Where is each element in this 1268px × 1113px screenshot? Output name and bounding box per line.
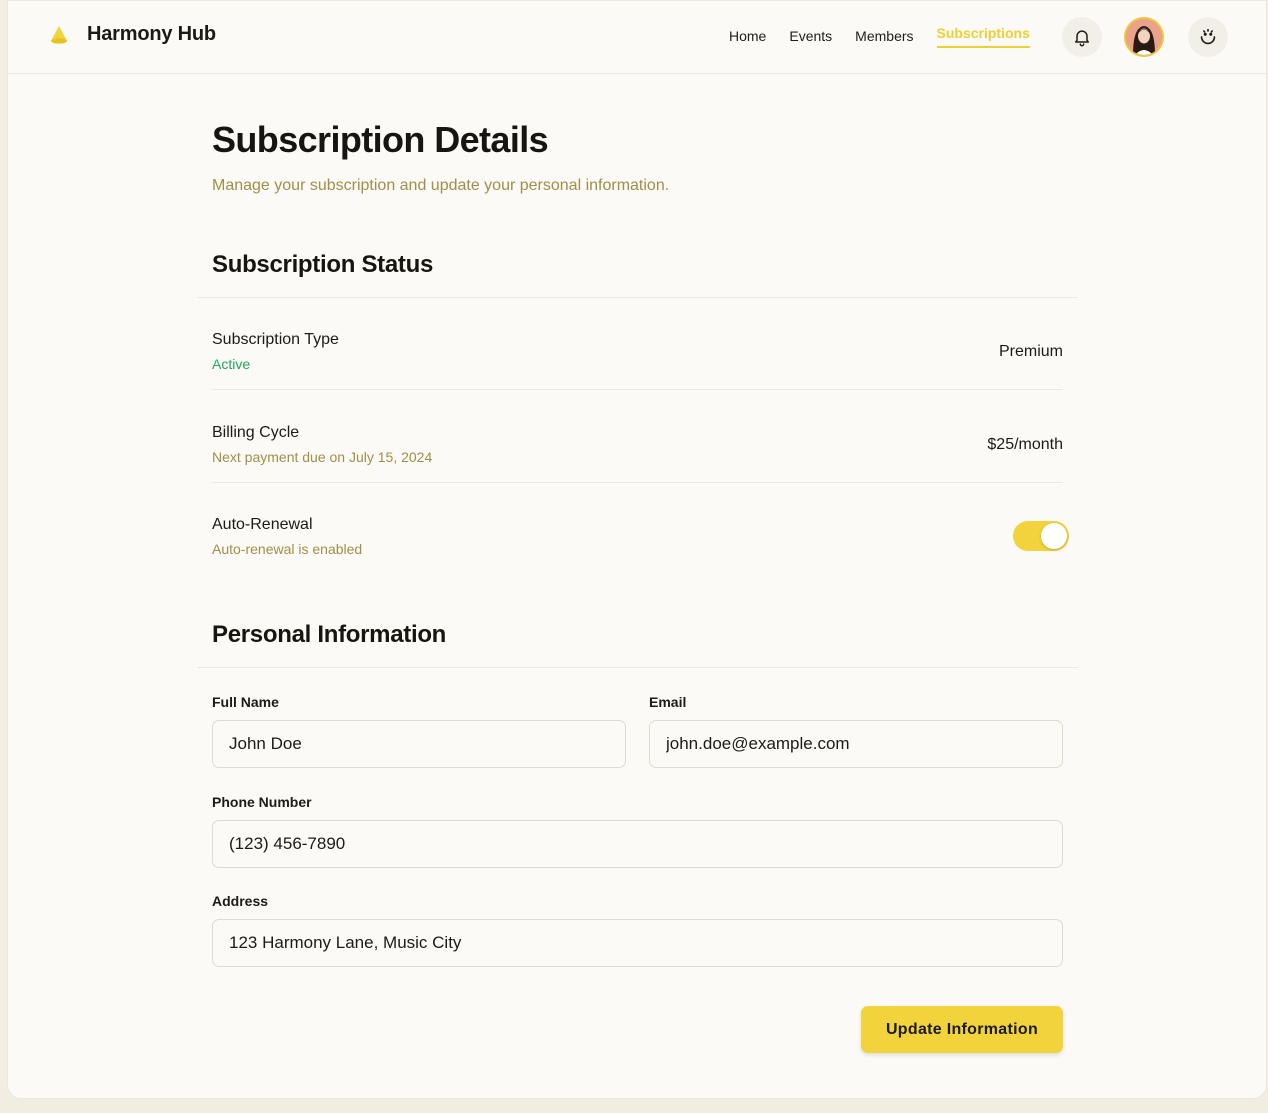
email-label: Email: [649, 694, 687, 710]
subscription-status-badge: Active: [212, 356, 251, 372]
section-divider: [197, 667, 1078, 668]
subscription-type-row: Subscription Type Active Premium: [212, 331, 1063, 423]
address-input[interactable]: [212, 919, 1063, 967]
phone-number-label: Phone Number: [212, 794, 312, 810]
billing-cycle-row: Billing Cycle Next payment due on July 1…: [212, 424, 1063, 516]
brand[interactable]: Harmony Hub: [48, 23, 216, 46]
notifications-button[interactable]: [1062, 17, 1102, 57]
auto-renewal-toggle[interactable]: [1013, 521, 1069, 551]
top-navigation-bar: Harmony Hub Home Events Members Subscrip…: [8, 1, 1266, 74]
subscription-type-label: Subscription Type: [212, 331, 339, 348]
auto-renewal-status: Auto-renewal is enabled: [212, 541, 363, 557]
section-divider: [197, 297, 1078, 298]
nav-home[interactable]: Home: [729, 28, 766, 48]
row-divider: [212, 389, 1063, 390]
full-name-label: Full Name: [212, 694, 279, 710]
bell-icon: [1075, 30, 1089, 47]
nav-members[interactable]: Members: [855, 28, 913, 48]
update-information-button[interactable]: Update Information: [861, 1006, 1063, 1053]
phone-number-input[interactable]: [212, 820, 1063, 868]
page-subtitle: Manage your subscription and update your…: [212, 177, 670, 194]
auto-renewal-label: Auto-Renewal: [212, 516, 313, 533]
billing-cycle-label: Billing Cycle: [212, 424, 300, 441]
app-window: Harmony Hub Home Events Members Subscrip…: [7, 0, 1267, 1099]
email-input[interactable]: [649, 720, 1063, 768]
smile-icon: [1200, 28, 1216, 45]
avatar[interactable]: [1124, 17, 1164, 57]
toggle-knob: [1041, 523, 1067, 549]
full-name-input[interactable]: [212, 720, 626, 768]
avatar-image: [1126, 19, 1162, 55]
page-title: Subscription Details: [212, 119, 549, 160]
billing-cycle-value: $25/month: [987, 436, 1063, 453]
subscription-type-value: Premium: [998, 343, 1063, 360]
cone-logo-icon: [51, 25, 67, 44]
billing-cycle-next-payment: Next payment due on July 15, 2024: [212, 449, 433, 465]
personal-information-title: Personal Information: [212, 621, 447, 648]
nav-events[interactable]: Events: [789, 28, 832, 48]
main-nav: Home Events Members Subscriptions: [729, 25, 1053, 48]
row-divider: [212, 482, 1063, 483]
page-header: Subscription Details Manage your subscri…: [212, 119, 1063, 195]
subscription-status-title: Subscription Status: [212, 251, 433, 278]
profile-menu-button[interactable]: [1188, 17, 1228, 57]
nav-subscriptions[interactable]: Subscriptions: [936, 25, 1030, 48]
auto-renewal-row: Auto-Renewal Auto-renewal is enabled: [212, 516, 1069, 608]
brand-name: Harmony Hub: [87, 23, 216, 45]
address-label: Address: [212, 893, 269, 909]
